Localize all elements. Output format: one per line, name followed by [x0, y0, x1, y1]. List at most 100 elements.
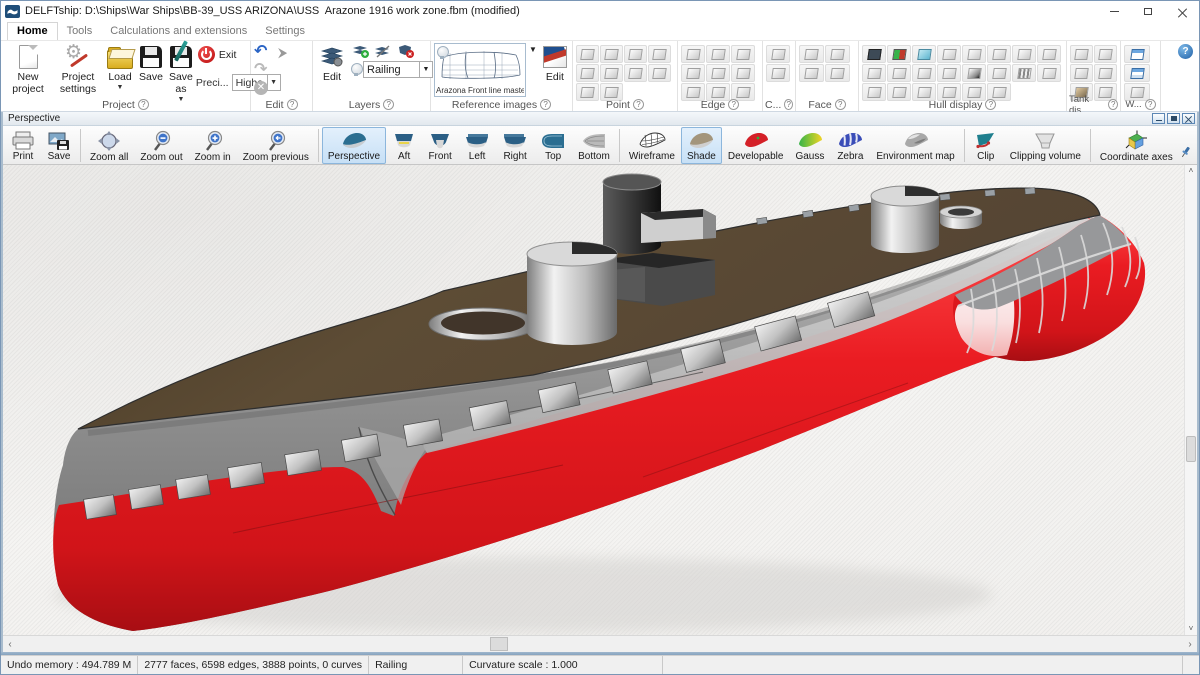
tool-icon[interactable]: [576, 64, 599, 82]
reference-image-dropdown-arrow[interactable]: ▼: [529, 45, 537, 54]
scroll-right-icon[interactable]: ›: [1183, 639, 1197, 650]
tab-settings[interactable]: Settings: [256, 23, 314, 40]
tool-icon[interactable]: [576, 45, 599, 63]
active-layer-select[interactable]: Railing ▼: [363, 61, 433, 78]
tool-icon[interactable]: [600, 45, 623, 63]
tab-calculations-extensions[interactable]: Calculations and extensions: [101, 23, 256, 40]
tool-icon[interactable]: [1037, 64, 1061, 82]
add-layer-button[interactable]: [351, 43, 371, 59]
reference-image-thumbnail[interactable]: Arazona Front line master: [434, 43, 526, 97]
tab-tools[interactable]: Tools: [58, 23, 102, 40]
tool-icon[interactable]: [962, 64, 986, 82]
help-icon[interactable]: ?: [540, 99, 551, 110]
redo-button[interactable]: ↷: [254, 63, 276, 81]
view-left-button[interactable]: Left: [458, 127, 496, 164]
tool-icon[interactable]: [706, 45, 730, 63]
load-button[interactable]: Load ▼: [104, 43, 136, 93]
tool-icon[interactable]: [1012, 64, 1036, 82]
close-button[interactable]: [1165, 1, 1199, 21]
viewport-maximize-button[interactable]: [1167, 113, 1180, 124]
help-icon[interactable]: ?: [138, 99, 149, 110]
view-aft-button[interactable]: Aft: [386, 127, 422, 164]
clip-button[interactable]: Clip: [968, 127, 1004, 164]
view-bottom-button[interactable]: Bottom: [572, 127, 616, 164]
tool-icon[interactable]: [1094, 45, 1117, 63]
tool-icon[interactable]: [624, 45, 647, 63]
tool-icon[interactable]: [862, 45, 886, 63]
tool-icon[interactable]: [825, 64, 850, 82]
mode-developable-button[interactable]: Developable: [722, 127, 790, 164]
pin-icon[interactable]: [1180, 146, 1191, 161]
tool-icon[interactable]: [1070, 45, 1093, 63]
help-icon[interactable]: ?: [1145, 99, 1156, 110]
auto-group-layer-button[interactable]: [373, 43, 393, 59]
mode-wireframe-button[interactable]: Wireframe: [623, 127, 681, 164]
tool-icon[interactable]: [766, 45, 790, 63]
vertical-scroll-thumb[interactable]: [1186, 436, 1196, 462]
tool-icon[interactable]: [681, 64, 705, 82]
save-image-button[interactable]: Save: [41, 127, 77, 164]
scroll-down-icon[interactable]: ˅: [1189, 623, 1194, 635]
view-right-button[interactable]: Right: [496, 127, 534, 164]
tool-icon[interactable]: [825, 45, 850, 63]
mode-gauss-button[interactable]: Gauss: [789, 127, 830, 164]
horizontal-scroll-track[interactable]: [17, 636, 1183, 652]
tool-icon[interactable]: [731, 64, 755, 82]
save-button[interactable]: Save: [136, 43, 166, 84]
tool-icon[interactable]: [799, 64, 824, 82]
view-front-button[interactable]: Front: [422, 127, 458, 164]
tab-home[interactable]: Home: [7, 22, 58, 40]
tool-icon[interactable]: [962, 45, 986, 63]
tool-icon[interactable]: [766, 64, 790, 82]
ribbon-help-button[interactable]: ?: [1178, 44, 1193, 59]
tool-icon[interactable]: [912, 64, 936, 82]
tool-icon[interactable]: [648, 64, 671, 82]
help-icon[interactable]: ?: [784, 99, 793, 110]
help-icon[interactable]: ?: [728, 99, 739, 110]
model-canvas-3d[interactable]: [3, 165, 1184, 635]
tool-icon[interactable]: [1037, 45, 1061, 63]
coordinate-axes-button[interactable]: Coordinate axes: [1094, 127, 1179, 164]
tool-icon[interactable]: [912, 45, 936, 63]
mode-zebra-button[interactable]: Zebra: [830, 127, 870, 164]
vertical-scrollbar[interactable]: ˄ ˅: [1184, 165, 1197, 635]
clipping-volume-button[interactable]: Clipping volume: [1004, 127, 1087, 164]
project-settings-button[interactable]: Project settings: [52, 43, 104, 96]
scroll-left-icon[interactable]: ‹: [3, 639, 17, 650]
help-icon[interactable]: ?: [383, 99, 394, 110]
mode-environment-map-button[interactable]: Environment map: [870, 127, 960, 164]
tool-icon[interactable]: [937, 64, 961, 82]
zoom-all-button[interactable]: Zoom all: [84, 127, 134, 164]
scroll-up-icon[interactable]: ˄: [1189, 165, 1194, 177]
delete-layer-button[interactable]: [395, 43, 415, 59]
reference-image-edit-button[interactable]: Edit: [540, 43, 570, 84]
tool-icon[interactable]: [987, 45, 1011, 63]
tool-icon[interactable]: [987, 64, 1011, 82]
layer-visibility-bulb-icon[interactable]: [351, 63, 361, 76]
layers-edit-button[interactable]: Edit: [316, 43, 348, 84]
zoom-previous-button[interactable]: Zoom previous: [237, 127, 315, 164]
tool-icon[interactable]: [731, 45, 755, 63]
tool-icon[interactable]: [1070, 64, 1093, 82]
help-icon[interactable]: ?: [1108, 99, 1118, 110]
view-top-button[interactable]: Top: [534, 127, 572, 164]
select-cursor-button[interactable]: ⮞: [278, 45, 300, 63]
horizontal-scrollbar[interactable]: ‹ ›: [3, 635, 1197, 652]
tool-icon[interactable]: [1094, 64, 1117, 82]
delete-button[interactable]: ✕: [254, 81, 268, 95]
print-button[interactable]: Print: [5, 127, 41, 164]
tool-icon[interactable]: [937, 45, 961, 63]
help-icon[interactable]: ?: [835, 99, 846, 110]
tool-icon[interactable]: [1124, 64, 1150, 82]
tool-icon[interactable]: [862, 64, 886, 82]
viewport-minimize-button[interactable]: [1152, 113, 1165, 124]
tool-icon[interactable]: [1124, 45, 1150, 63]
vertical-scroll-track[interactable]: [1185, 177, 1197, 623]
help-icon[interactable]: ?: [287, 99, 298, 110]
maximize-button[interactable]: [1131, 1, 1165, 21]
tool-icon[interactable]: [681, 45, 705, 63]
tool-icon[interactable]: [600, 64, 623, 82]
tool-icon[interactable]: [887, 64, 911, 82]
tool-icon[interactable]: [1012, 45, 1036, 63]
viewport-close-button[interactable]: [1182, 113, 1195, 124]
